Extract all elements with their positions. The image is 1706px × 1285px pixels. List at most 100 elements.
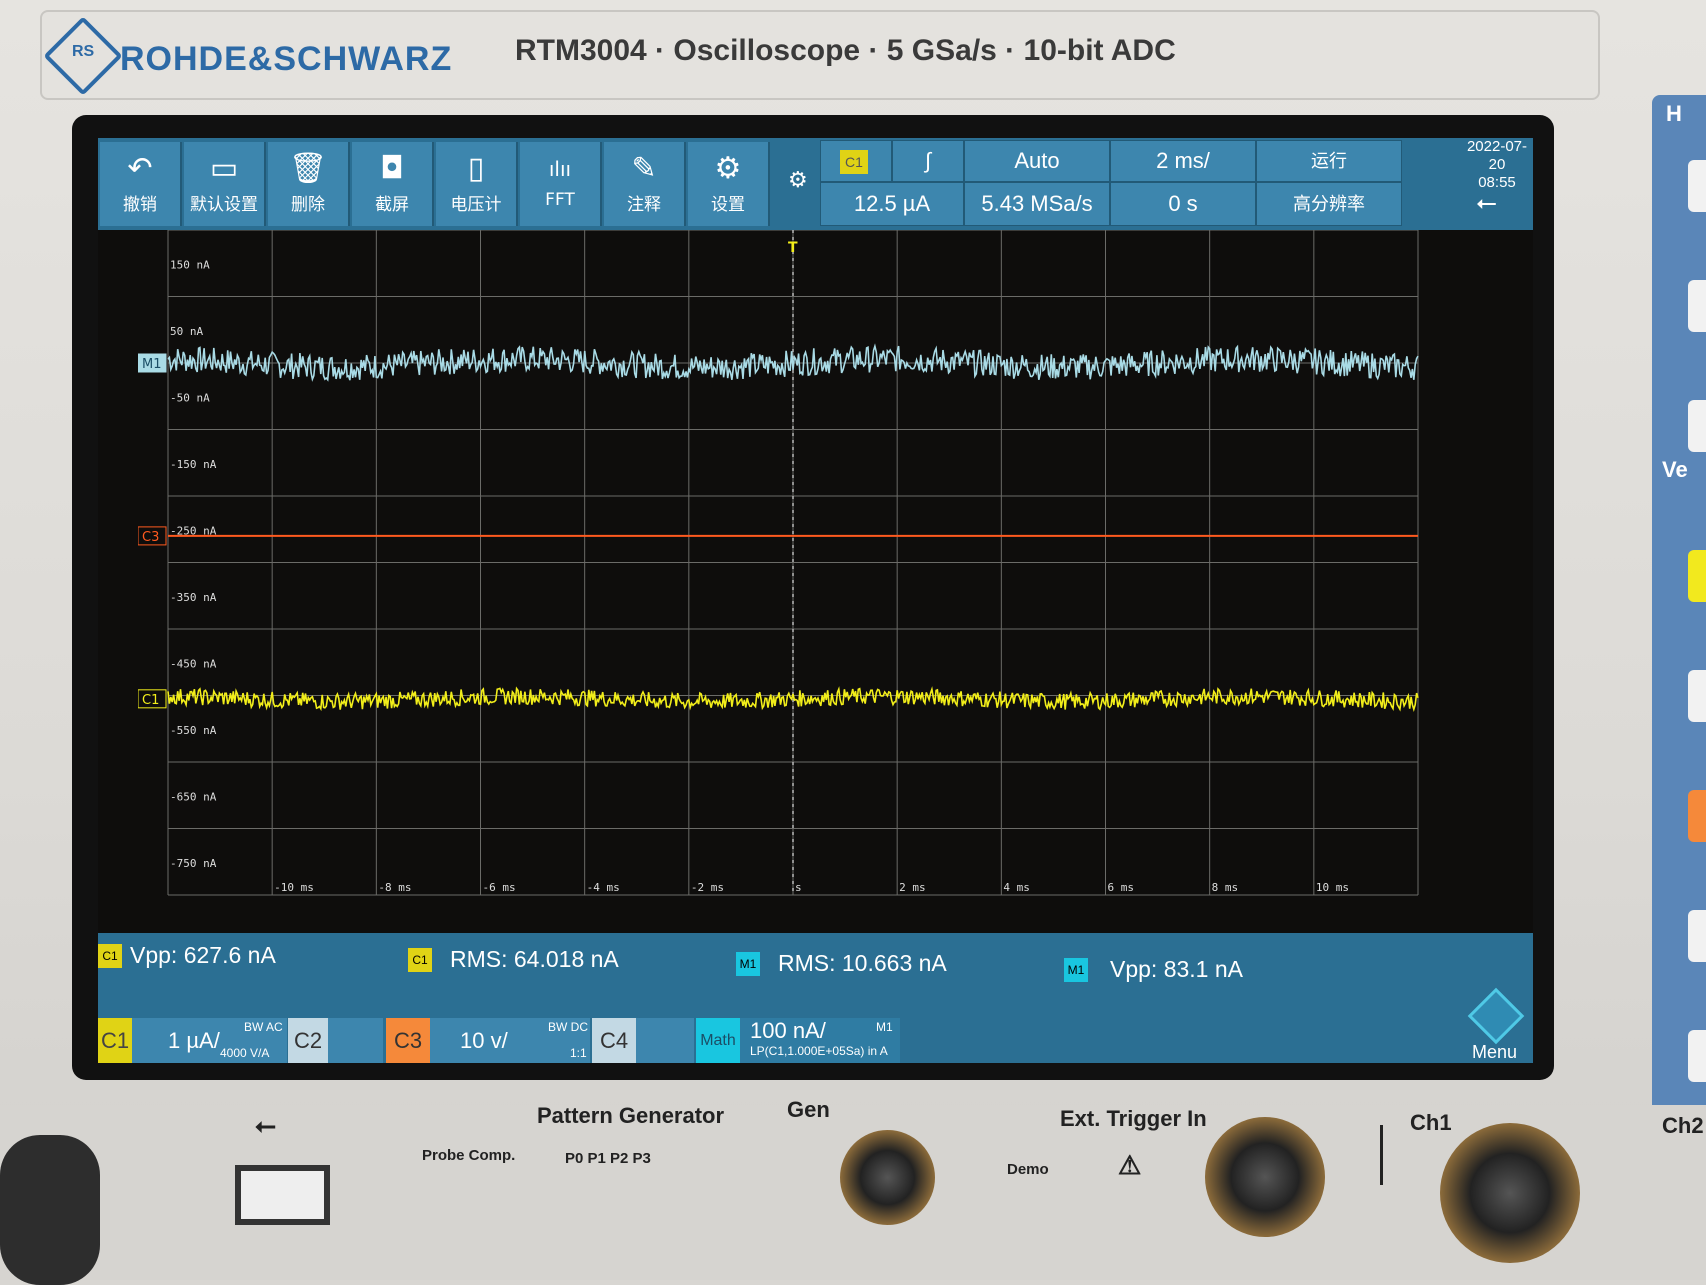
pencil-icon: ✎ [631, 151, 657, 186]
camera-icon: ◘ [380, 151, 404, 186]
voltmeter-button[interactable]: ▯ 电压计 [436, 142, 518, 226]
side-button[interactable] [1688, 160, 1706, 212]
brand-name: ROHDE&SCHWARZ [120, 40, 453, 78]
ext-trigger-bnc-connector[interactable] [1205, 1117, 1325, 1237]
c3-bandwidth: BW DC [548, 1020, 588, 1034]
channel-c4-button[interactable]: C4 [592, 1018, 636, 1063]
side-button[interactable] [1688, 1030, 1706, 1082]
series-label-c1: C1 [142, 693, 159, 708]
voltmeter-icon: ▯ [467, 151, 485, 186]
channel-c3-button[interactable]: C3 [386, 1018, 430, 1063]
x-tick-label: -10 ms [274, 881, 314, 894]
date-time: 2022-07-20 08:55 [1460, 138, 1533, 192]
gen-label: Gen [787, 1097, 830, 1122]
measurement-vpp-m1[interactable]: Vpp: 83.1 nA [1110, 956, 1243, 983]
channel-c4-settings[interactable] [636, 1018, 694, 1063]
right-control-panel: H Ve [1652, 95, 1706, 1115]
math-expression: LP(C1,1.000E+05Sa) in A [750, 1044, 888, 1058]
side-button-yellow[interactable] [1688, 550, 1706, 602]
channel-c2-button[interactable]: C2 [288, 1018, 328, 1063]
trigger-mode[interactable]: Auto [964, 140, 1110, 182]
trigger-level[interactable]: 12.5 µA [820, 182, 964, 226]
side-button-orange[interactable] [1688, 790, 1706, 842]
side-label-top: H [1666, 101, 1682, 126]
y-tick-label: -650 nA [170, 790, 217, 803]
usb-icon: ⭠ [1476, 188, 1497, 218]
x-tick-label: 6 ms [1108, 881, 1135, 894]
delete-button[interactable]: 🗑 删除 [268, 142, 350, 226]
side-button[interactable] [1688, 400, 1706, 452]
measurement-vpp-c1[interactable]: Vpp: 627.6 nA [130, 942, 276, 969]
y-tick-label: -750 nA [170, 857, 217, 870]
math-button[interactable]: Math [696, 1018, 740, 1063]
x-tick-label: -2 ms [691, 881, 724, 894]
side-button[interactable] [1688, 910, 1706, 962]
trigger-channel-badge: C1 [840, 150, 868, 174]
menu-label: Menu [1472, 1042, 1518, 1062]
side-label-mid: Ve [1662, 457, 1688, 482]
sample-rate[interactable]: 5.43 MSa/s [964, 182, 1110, 226]
gear-icon: ⚙ [714, 151, 742, 186]
y-tick-label: -50 nA [170, 391, 210, 404]
ch2-label: Ch2 [1662, 1113, 1704, 1138]
pattern-generator-label: Pattern Generator [537, 1103, 725, 1128]
side-button[interactable] [1688, 280, 1706, 332]
side-button[interactable] [1688, 670, 1706, 722]
channel-c2-settings[interactable] [328, 1018, 383, 1063]
acquisition-mode[interactable]: 高分辨率 [1256, 182, 1402, 226]
settings-button[interactable]: ⚙ 设置 [688, 142, 770, 226]
undo-icon: ↶ [127, 151, 153, 186]
channel-c1-settings[interactable]: 1 µA/ BW AC 4000 V/A [132, 1018, 287, 1063]
fft-button[interactable]: ılıı FFT [520, 142, 602, 226]
channel-c1-button[interactable]: C1 [98, 1018, 132, 1063]
usb-port[interactable] [235, 1165, 330, 1225]
channel-c3-settings[interactable]: 10 v/ BW DC 1:1 [430, 1018, 590, 1063]
run-state[interactable]: 运行 [1256, 140, 1402, 182]
measurement-badge: M1 [736, 952, 760, 976]
measurement-rms-m1[interactable]: RMS: 10.663 nA [778, 950, 947, 977]
c1-scale: 1 µA/ [168, 1028, 220, 1053]
math-settings[interactable]: 100 nA/ M1 LP(C1,1.000E+05Sa) in A [740, 1018, 900, 1063]
waveform-plot[interactable]: 150 nA50 nA-50 nA-150 nA-250 nA-350 nA-4… [138, 230, 1488, 940]
x-tick-label: 4 ms [1003, 881, 1029, 894]
y-tick-label: -350 nA [170, 591, 217, 604]
screenshot-button[interactable]: ◘ 截屏 [352, 142, 434, 226]
usb-port-icon: ⭠ [255, 1110, 276, 1140]
warning-icon: ⚠ [1118, 1150, 1142, 1180]
annotate-button[interactable]: ✎ 注释 [604, 142, 686, 226]
math-scale: 100 nA/ [750, 1018, 826, 1043]
x-tick-label: -6 ms [483, 881, 516, 894]
pattern-pins-label: P0 P1 P2 P3 [565, 1150, 651, 1167]
measurement-badge: C1 [98, 944, 122, 968]
front-panel: ⭠ Pattern Generator Probe Comp. P0 P1 P2… [0, 1097, 1706, 1285]
probe-cable [0, 1135, 100, 1285]
ch1-bnc-connector[interactable] [1440, 1123, 1580, 1263]
y-tick-label: 150 nA [170, 258, 210, 271]
series-label-m1: M1 [142, 357, 162, 372]
ext-trigger-label: Ext. Trigger In [1060, 1106, 1207, 1131]
trigger-marker: T [788, 240, 798, 256]
trigger-slope[interactable]: ∫ [892, 140, 964, 182]
x-tick-label: s [795, 881, 802, 894]
fft-icon: ılıı [548, 157, 572, 181]
time-offset[interactable]: 0 s [1110, 182, 1256, 226]
model-line: RTM3004 · Oscilloscope · 5 GSa/s · 10-bi… [515, 34, 1176, 67]
c3-scale: 10 v/ [460, 1028, 508, 1053]
y-tick-label: 50 nA [170, 325, 203, 338]
x-tick-label: 8 ms [1212, 881, 1239, 894]
measurement-badge: C1 [408, 948, 432, 972]
c1-bandwidth: BW AC [244, 1020, 283, 1034]
default-setup-button[interactable]: ▭ 默认设置 [184, 142, 266, 226]
small-gear-icon[interactable]: ⚙ [788, 168, 808, 193]
measurement-rms-c1[interactable]: RMS: 64.018 nA [450, 946, 619, 973]
toolbar: ↶ 撤销 ▭ 默认设置 🗑 删除 ◘ 截屏 ▯ 电压计 ılıı FFT ✎ 注释 ⚙ 设置 ⚙… [98, 138, 1533, 230]
undo-button[interactable]: ↶ 撤销 [100, 142, 182, 226]
date-text: 2022-07-20 [1466, 138, 1528, 173]
x-tick-label: 10 ms [1316, 881, 1349, 894]
gen-bnc-connector[interactable] [840, 1130, 935, 1225]
time-base[interactable]: 2 ms/ [1110, 140, 1256, 182]
y-tick-label: -550 nA [170, 724, 217, 737]
menu-button[interactable]: Menu [1448, 1018, 1533, 1063]
y-tick-label: -450 nA [170, 657, 217, 670]
x-tick-label: 2 ms [899, 881, 926, 894]
